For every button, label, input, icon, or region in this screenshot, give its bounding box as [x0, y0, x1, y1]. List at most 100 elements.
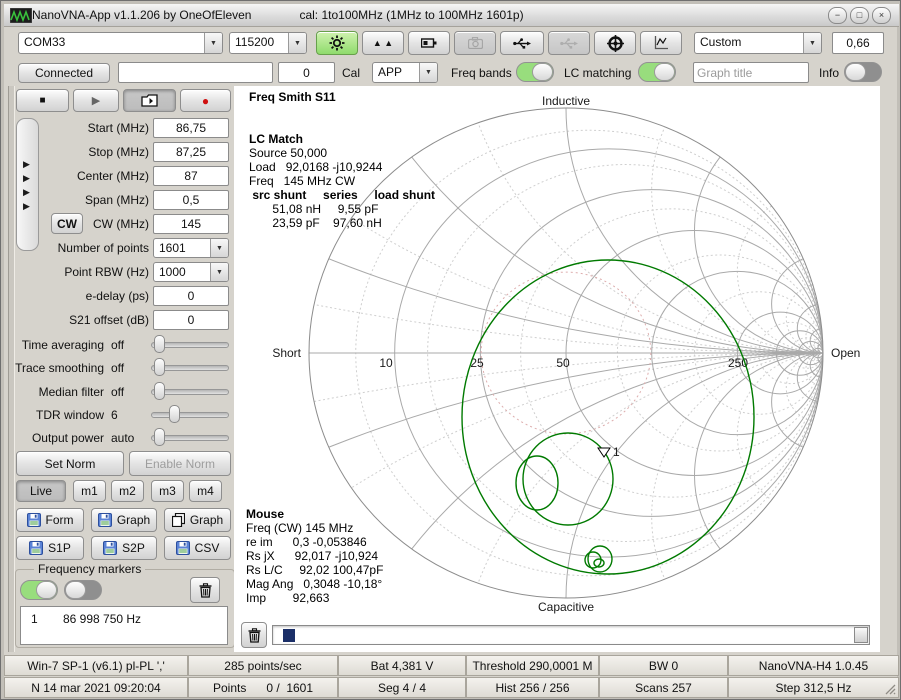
- save-s2p-button[interactable]: S2P: [91, 536, 157, 560]
- battery-button[interactable]: [408, 31, 450, 55]
- connected-button[interactable]: Connected: [18, 63, 110, 83]
- lc-match-header: src shunt series load shunt: [249, 188, 435, 202]
- lc-match-freq: Freq 145 MHz CW: [249, 174, 355, 188]
- cw-mhz-field[interactable]: [153, 214, 229, 234]
- single-sweep-button[interactable]: [123, 89, 176, 112]
- freq-bands-toggle[interactable]: [516, 62, 554, 82]
- scale-field[interactable]: [832, 32, 884, 54]
- sweep-position-scrollbar[interactable]: [272, 625, 870, 645]
- chevron-down-icon[interactable]: ▼: [419, 63, 437, 82]
- scrollbar-handle[interactable]: [283, 629, 295, 642]
- screenshot-button: [454, 31, 496, 55]
- usb-button[interactable]: [500, 31, 544, 55]
- markers-list[interactable]: 1 86 998 750 Hz: [20, 606, 228, 645]
- record-button[interactable]: ●: [180, 89, 231, 112]
- mouse-imp: Imp 92,663: [246, 591, 329, 605]
- set-norm-button[interactable]: Set Norm: [16, 451, 124, 476]
- connect-button[interactable]: [316, 31, 358, 55]
- info-toggle[interactable]: [844, 62, 882, 82]
- copy-icon: [172, 513, 185, 527]
- memory-live-button[interactable]: Live: [16, 480, 66, 502]
- com-port-select[interactable]: COM33 ▼: [18, 32, 223, 54]
- save-csv-button[interactable]: CSV: [164, 536, 231, 560]
- s21-offset-field[interactable]: [153, 310, 229, 330]
- edelay-field[interactable]: [153, 286, 229, 306]
- save-s1p-button[interactable]: S1P: [16, 536, 84, 560]
- resize-grip-icon[interactable]: [884, 683, 896, 695]
- camera-icon: [468, 37, 483, 49]
- mouse-rs-jx: Rs jX 92,017 -j10,924: [246, 549, 378, 563]
- maximize-button[interactable]: □: [850, 7, 869, 24]
- memory-m4-button[interactable]: m4: [189, 480, 222, 502]
- stop-mhz-field[interactable]: [153, 142, 229, 162]
- chevron-down-icon[interactable]: ▼: [210, 263, 228, 281]
- save-graph-button[interactable]: Graph: [91, 508, 157, 532]
- center-mhz-field[interactable]: [153, 166, 229, 186]
- preset-value: Custom: [695, 33, 803, 53]
- median-filter-value: off: [111, 385, 124, 399]
- command-input[interactable]: [118, 62, 273, 83]
- tdr-window-slider[interactable]: [151, 405, 229, 423]
- up-arrows-icon: ▲ ▲: [373, 38, 393, 48]
- cal-mode-select[interactable]: APP ▼: [372, 62, 438, 83]
- trash-icon: [248, 628, 261, 643]
- preset-select[interactable]: Custom ▼: [694, 32, 822, 54]
- memory-m3-button[interactable]: m3: [151, 480, 184, 502]
- window-title: NanoVNA-App v1.1.206 by OneOfEleven: [32, 8, 251, 22]
- expand-arrow-icon[interactable]: ▶: [23, 201, 30, 212]
- status-bw: BW 0: [599, 655, 728, 676]
- graph-title-input[interactable]: [693, 62, 809, 83]
- output-power-slider[interactable]: [151, 428, 229, 446]
- chevron-down-icon[interactable]: ▼: [210, 239, 228, 257]
- time-averaging-slider[interactable]: [151, 335, 229, 353]
- edelay-label: e-delay (ps): [29, 289, 149, 303]
- trace-smoothing-slider[interactable]: [151, 358, 229, 376]
- firmware-update-button[interactable]: ▲ ▲: [362, 31, 404, 55]
- freq-bands-label: Freq bands: [451, 66, 512, 80]
- close-button[interactable]: ×: [872, 7, 891, 24]
- trace-smoothing-label: Trace smoothing: [6, 361, 104, 375]
- svg-text:Short: Short: [272, 346, 301, 360]
- time-averaging-label: Time averaging: [6, 338, 104, 352]
- svg-text:Open: Open: [831, 346, 860, 360]
- scrollbar-end-thumb[interactable]: [854, 627, 868, 643]
- expand-arrow-icon[interactable]: ▶: [23, 159, 30, 170]
- marker-row-index: 1: [31, 612, 38, 626]
- usb-secondary-button: [548, 31, 590, 55]
- marker1-toggle[interactable]: [20, 580, 58, 600]
- memory-m1-button[interactable]: m1: [73, 480, 106, 502]
- marker-row-frequency: 86 998 750 Hz: [63, 612, 141, 626]
- stop-button[interactable]: ■: [16, 89, 69, 112]
- save-form-button[interactable]: Form: [16, 508, 84, 532]
- cal-count-field[interactable]: [278, 62, 335, 83]
- expand-strip[interactable]: ▶ ▶ ▶ ▶: [16, 118, 39, 251]
- median-filter-slider[interactable]: [151, 382, 229, 400]
- expand-arrow-icon[interactable]: ▶: [23, 173, 30, 184]
- lc-matching-toggle[interactable]: [638, 62, 676, 82]
- cal-status-text: cal: 1to100MHz (1MHz to 100MHz 1601p): [299, 8, 523, 22]
- expand-arrow-icon[interactable]: ▶: [23, 187, 30, 198]
- lc-match-source: Source 50,000: [249, 146, 327, 160]
- titlebar[interactable]: NanoVNA-App v1.1.206 by OneOfEleven cal:…: [4, 4, 899, 27]
- baud-select[interactable]: 115200 ▼: [229, 32, 307, 54]
- memory-m2-button[interactable]: m2: [111, 480, 144, 502]
- play-button[interactable]: ▶: [73, 89, 119, 112]
- points-select[interactable]: 1601 ▼: [153, 238, 229, 258]
- copy-graph-button[interactable]: Graph: [164, 508, 231, 532]
- chevron-down-icon[interactable]: ▼: [803, 33, 821, 53]
- chevron-down-icon[interactable]: ▼: [204, 33, 222, 53]
- chevron-down-icon[interactable]: ▼: [288, 33, 306, 53]
- graph-settings-button[interactable]: [640, 31, 682, 55]
- minimize-button[interactable]: −: [828, 7, 847, 24]
- cw-button[interactable]: CW: [51, 213, 83, 234]
- calibration-target-button[interactable]: [594, 31, 636, 55]
- rbw-select[interactable]: 1000 ▼: [153, 262, 229, 282]
- clear-chart-button[interactable]: [241, 622, 267, 648]
- start-mhz-field[interactable]: [153, 118, 229, 138]
- span-mhz-field[interactable]: [153, 190, 229, 210]
- marker2-toggle[interactable]: [64, 580, 102, 600]
- com-port-value: COM33: [19, 33, 204, 53]
- delete-markers-button[interactable]: [190, 577, 220, 603]
- folder-sweep-icon: [141, 94, 158, 107]
- status-scans: Scans 257: [599, 677, 728, 698]
